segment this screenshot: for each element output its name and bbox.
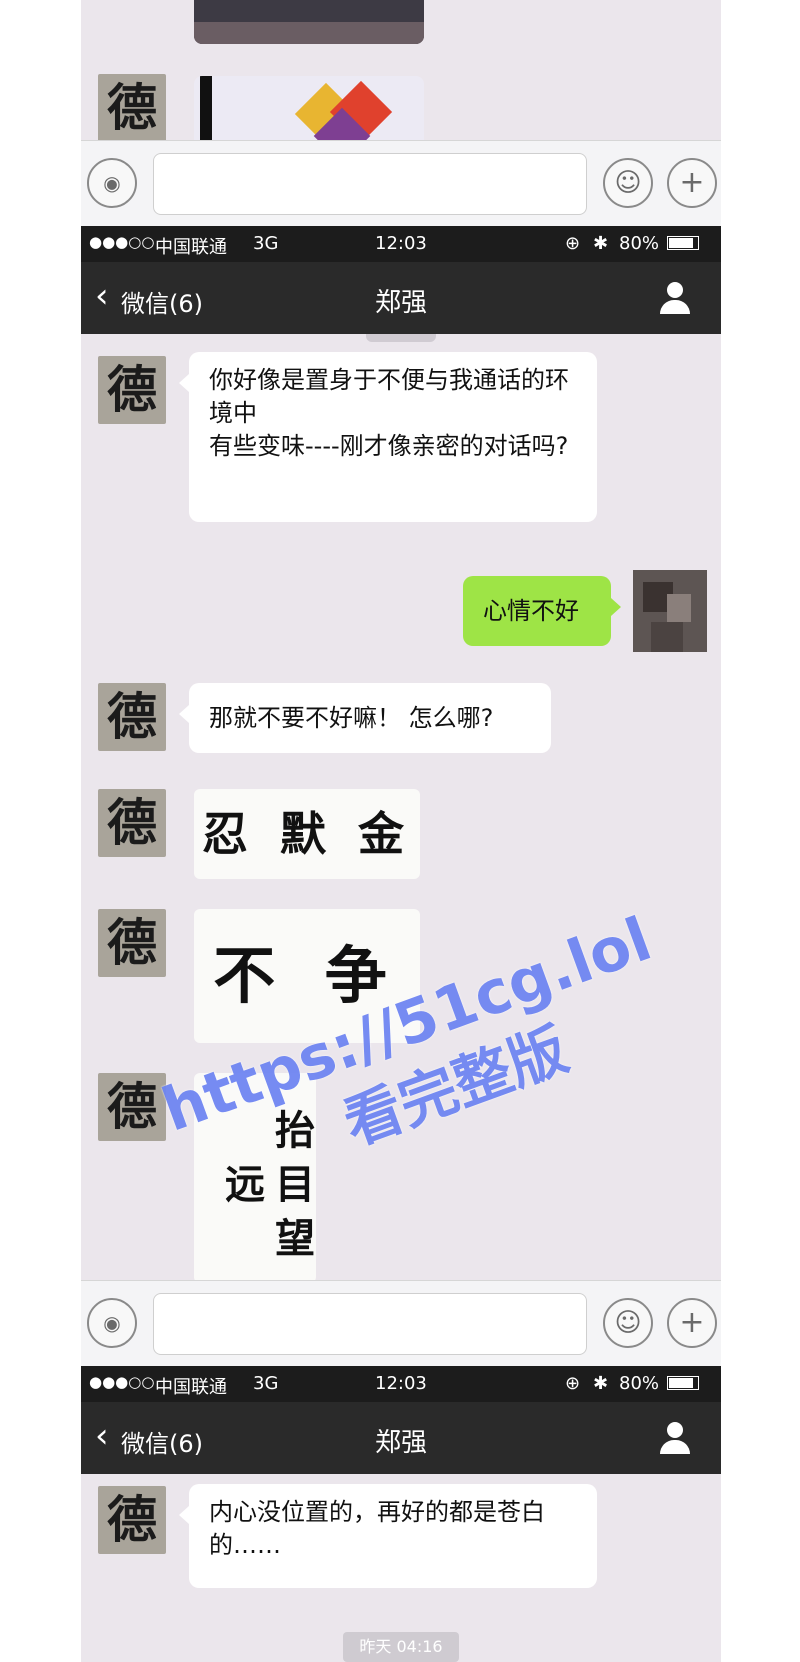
- battery-icon: [667, 236, 699, 250]
- add-icon[interactable]: +: [667, 158, 717, 208]
- shared-image-thumbnail[interactable]: [194, 76, 424, 142]
- network-type: 3G: [253, 1373, 279, 1394]
- voice-icon[interactable]: ◉: [87, 1298, 137, 1348]
- bluetooth-icon: ✱: [593, 233, 609, 254]
- screen-middle: ●●●○○ 中国联通 3G 12:03 ⊕ ✱ 80% ‹ 微信(6) 郑强 德…: [81, 226, 721, 1366]
- screen-top: 德 ◉ ☺ +: [81, 0, 721, 226]
- contact-avatar[interactable]: 德: [98, 74, 166, 142]
- timestamp-label: 昨天 04:16: [343, 1632, 459, 1662]
- pull-handle: [366, 334, 436, 342]
- bluetooth-icon: ✱: [593, 1373, 609, 1394]
- lock-icon: ⊕: [565, 1373, 581, 1394]
- battery-level: 80%: [619, 233, 660, 254]
- nav-bar: ‹ 微信(6) 郑强: [81, 262, 721, 334]
- nav-bar: ‹ 微信(6) 郑强: [81, 1402, 721, 1474]
- profile-icon[interactable]: [658, 1422, 692, 1456]
- calligraphy-image[interactable]: 忍 默 金: [194, 789, 420, 879]
- contact-avatar[interactable]: 德: [98, 683, 166, 751]
- battery-icon: [667, 1376, 699, 1390]
- message-bubble-self[interactable]: 心情不好: [463, 576, 621, 646]
- self-avatar[interactable]: [633, 570, 707, 652]
- shared-photo-top[interactable]: [194, 0, 424, 44]
- emoji-icon[interactable]: ☺: [603, 158, 653, 208]
- carrier-name: 中国联通: [155, 237, 227, 258]
- network-type: 3G: [253, 233, 279, 254]
- signal-indicator: ●●●○○: [89, 1373, 155, 1391]
- contact-avatar[interactable]: 德: [98, 1486, 166, 1554]
- signal-indicator: ●●●○○: [89, 233, 155, 251]
- add-icon[interactable]: +: [667, 1298, 717, 1348]
- message-bubble[interactable]: 内心没位置的，再好的都是苍白的……: [179, 1484, 597, 1588]
- status-bar: ●●●○○ 中国联通 3G 12:03 ⊕ ✱ 80%: [81, 1366, 721, 1402]
- chat-title: 郑强: [374, 288, 427, 318]
- emoji-icon[interactable]: ☺: [603, 1298, 653, 1348]
- voice-icon[interactable]: ◉: [87, 158, 137, 208]
- status-bar: ●●●○○ 中国联通 3G 12:03 ⊕ ✱ 80%: [81, 226, 721, 262]
- chat-title: 郑强: [374, 1428, 427, 1458]
- input-bar: ◉ ☺ +: [81, 1280, 721, 1366]
- carrier-name: 中国联通: [155, 1377, 227, 1398]
- contact-avatar[interactable]: 德: [98, 789, 166, 857]
- profile-icon[interactable]: [658, 282, 692, 316]
- message-input[interactable]: [153, 1293, 587, 1355]
- screen-bottom: ●●●○○ 中国联通 3G 12:03 ⊕ ✱ 80% ‹ 微信(6) 郑强 德…: [81, 1366, 721, 1662]
- message-bubble[interactable]: 你好像是置身于不便与我通话的环境中 有些变味----刚才像亲密的对话吗?: [179, 352, 597, 522]
- contact-avatar[interactable]: 德: [98, 909, 166, 977]
- contact-avatar[interactable]: 德: [98, 356, 166, 424]
- message-bubble[interactable]: 那就不要不好嘛！ 怎么哪?: [179, 683, 551, 753]
- message-input[interactable]: [153, 153, 587, 215]
- clock: 12:03: [375, 233, 427, 254]
- lock-icon: ⊕: [565, 233, 581, 254]
- clock: 12:03: [375, 1373, 427, 1394]
- input-bar: ◉ ☺ +: [81, 140, 721, 226]
- battery-level: 80%: [619, 1373, 660, 1394]
